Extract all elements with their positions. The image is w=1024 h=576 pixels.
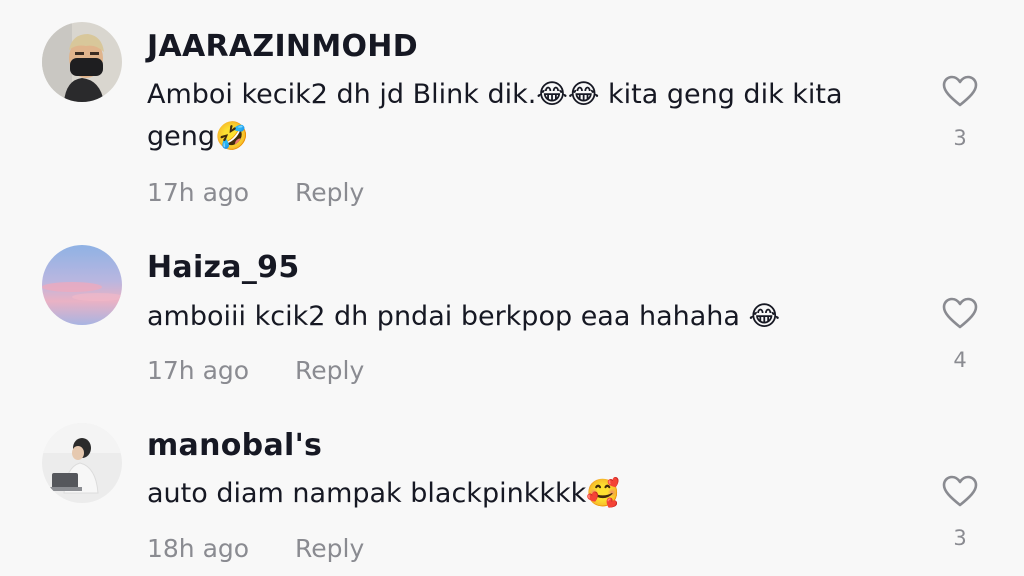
heart-icon bbox=[942, 297, 978, 329]
avatar[interactable] bbox=[42, 22, 122, 102]
comment-username[interactable]: JAARAZINMOHD bbox=[147, 32, 418, 62]
avatar[interactable] bbox=[42, 245, 122, 325]
reply-button[interactable]: Reply bbox=[295, 358, 364, 383]
like-button[interactable] bbox=[940, 72, 980, 112]
heart-icon bbox=[942, 475, 978, 507]
comment-timestamp: 18h ago bbox=[147, 534, 250, 563]
reply-button[interactable]: Reply bbox=[295, 180, 364, 205]
avatar-person-laptop-icon bbox=[42, 423, 122, 503]
like-button[interactable] bbox=[940, 294, 980, 334]
comment-text: Amboi kecik2 dh jd Blink dik.😂😂 kita gen… bbox=[147, 79, 843, 152]
comment-text: amboiii kcik2 dh pndai berkpop eaa hahah… bbox=[147, 301, 781, 332]
comment-username[interactable]: Haiza_95 bbox=[147, 253, 300, 283]
like-count: 3 bbox=[953, 526, 967, 550]
like-count: 4 bbox=[953, 348, 967, 372]
comment-meta: 17h ago Reply bbox=[147, 180, 364, 205]
comment-timestamp: 17h ago bbox=[147, 356, 250, 385]
avatar[interactable] bbox=[42, 423, 122, 503]
like-count: 3 bbox=[953, 126, 967, 150]
comment-timestamp: 17h ago bbox=[147, 178, 250, 207]
comment-meta: 17h ago Reply bbox=[147, 358, 364, 383]
like-button[interactable] bbox=[940, 472, 980, 512]
comment-text: auto diam nampak blackpinkkkk🥰 bbox=[147, 478, 620, 509]
heart-icon bbox=[942, 75, 978, 107]
avatar-sunset-sky-icon bbox=[42, 245, 122, 325]
avatar-masked-man-icon bbox=[42, 22, 122, 102]
reply-button[interactable]: Reply bbox=[295, 536, 364, 561]
comment-username[interactable]: manobal's bbox=[147, 431, 322, 461]
comment-meta: 18h ago Reply bbox=[147, 536, 364, 561]
